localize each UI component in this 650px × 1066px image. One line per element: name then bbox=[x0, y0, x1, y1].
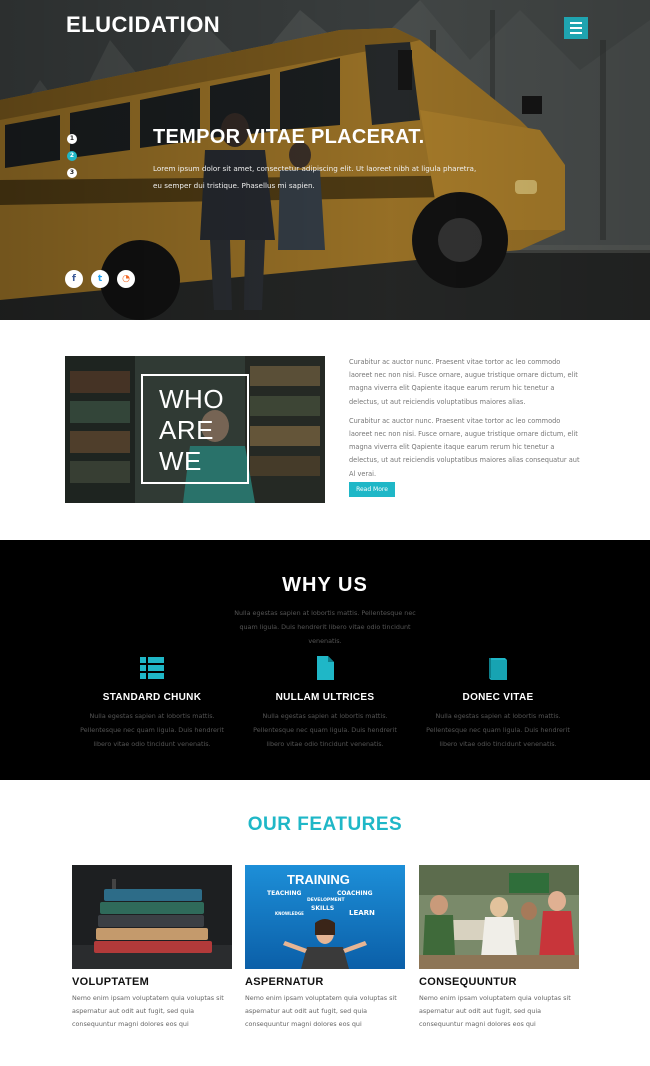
who-line-3: WE bbox=[159, 446, 202, 476]
slide-dot-1[interactable]: 1 bbox=[67, 134, 77, 144]
why-item-title: STANDARD CHUNK bbox=[102, 692, 202, 703]
training-word-teaching: TEACHING bbox=[267, 890, 302, 897]
rss-icon[interactable]: ◔ bbox=[117, 270, 135, 288]
site-logo[interactable]: ELUCIDATION bbox=[66, 12, 220, 38]
training-word-learn: LEARN bbox=[349, 909, 375, 917]
training-word-knowledge: KNOWLEDGE bbox=[275, 911, 304, 916]
twitter-icon[interactable]: t bbox=[91, 270, 109, 288]
who-are-we-box: WHO ARE WE bbox=[141, 374, 249, 484]
facebook-icon[interactable]: f bbox=[65, 270, 83, 288]
book-icon bbox=[489, 658, 507, 680]
slide-dot-3[interactable]: 3 bbox=[67, 168, 77, 178]
who-paragraph-2: Curabitur ac auctor nunc. Praesent vitae… bbox=[349, 416, 580, 478]
training-heading: TRAINING bbox=[287, 872, 350, 887]
why-item-nullam-ultrices: NULLAM ULTRICES Nulla egestas sapien at … bbox=[245, 656, 405, 751]
who-line-2: ARE bbox=[159, 415, 214, 445]
library-image: WHO ARE WE bbox=[65, 356, 325, 503]
hero-slider: ELUCIDATION 1 2 3 TEMPOR VITAE PLACERAT.… bbox=[0, 0, 650, 320]
why-item-text: Nulla egestas sapien at lobortis mattis.… bbox=[426, 712, 570, 748]
training-word-skills: SKILLS bbox=[311, 905, 335, 912]
hamburger-menu-icon[interactable] bbox=[564, 17, 588, 39]
feature-title: ASPERNATUR bbox=[245, 976, 324, 988]
features-title: OUR FEATURES bbox=[247, 814, 403, 835]
feature-title: VOLUPTATEM bbox=[72, 976, 150, 988]
books-image bbox=[72, 865, 232, 969]
slide-dot-2[interactable]: 2 bbox=[67, 151, 77, 161]
training-word-coaching: COACHING bbox=[337, 890, 373, 897]
why-item-standard-chunk: STANDARD CHUNK Nulla egestas sapien at l… bbox=[72, 656, 232, 751]
why-item-text: Nulla egestas sapien at lobortis mattis.… bbox=[253, 712, 397, 748]
feature-card-aspernatur[interactable]: TRAINING TEACHING COACHING DEVELOPMENT S… bbox=[245, 865, 405, 1031]
feature-card-consequuntur[interactable]: CONSEQUUNTUR Nemo enim ipsam voluptatem … bbox=[419, 865, 579, 1031]
feature-title: CONSEQUUNTUR bbox=[419, 976, 517, 988]
read-more-button[interactable]: Read More bbox=[349, 482, 395, 497]
classroom-image bbox=[419, 865, 579, 969]
why-item-donec-vitae: DONEC VITAE Nulla egestas sapien at lobo… bbox=[418, 656, 578, 751]
who-text: Curabitur ac auctor nunc. Praesent vitae… bbox=[349, 356, 585, 487]
why-us-subtitle: Nulla egestas sapien at lobortis mattis.… bbox=[234, 609, 416, 645]
who-line-1: WHO bbox=[159, 384, 225, 414]
training-image: TRAINING TEACHING COACHING DEVELOPMENT S… bbox=[245, 865, 405, 969]
slide-title: TEMPOR VITAE PLACERAT. bbox=[153, 126, 425, 148]
why-us-title: WHY US bbox=[282, 574, 368, 596]
why-item-title: NULLAM ULTRICES bbox=[275, 692, 375, 703]
list-icon bbox=[140, 657, 164, 679]
feature-text: Nemo enim ipsam voluptatem quia voluptas… bbox=[419, 994, 571, 1028]
why-item-title: DONEC VITAE bbox=[462, 692, 534, 703]
slide-text: Lorem ipsum dolor sit amet, consectetur … bbox=[153, 164, 477, 190]
who-are-we-section: WHO ARE WE Curabitur ac auctor nunc. Pra… bbox=[0, 320, 650, 540]
feature-text: Nemo enim ipsam voluptatem quia voluptas… bbox=[245, 994, 397, 1028]
social-links: f t ◔ bbox=[65, 270, 135, 288]
feature-text: Nemo enim ipsam voluptatem quia voluptas… bbox=[72, 994, 224, 1028]
slide-pagination: 1 2 3 bbox=[67, 134, 77, 178]
why-item-text: Nulla egestas sapien at lobortis mattis.… bbox=[80, 712, 224, 748]
who-paragraph-1: Curabitur ac auctor nunc. Praesent vitae… bbox=[349, 358, 578, 406]
why-us-section: WHY US Nulla egestas sapien at lobortis … bbox=[0, 540, 650, 780]
file-icon bbox=[317, 656, 334, 680]
features-section: OUR FEATURES VOLUPTATEM Nemo enim ipsam … bbox=[0, 780, 650, 1066]
training-word-development: DEVELOPMENT bbox=[307, 898, 345, 903]
feature-card-voluptatem[interactable]: VOLUPTATEM Nemo enim ipsam voluptatem qu… bbox=[72, 865, 232, 1031]
